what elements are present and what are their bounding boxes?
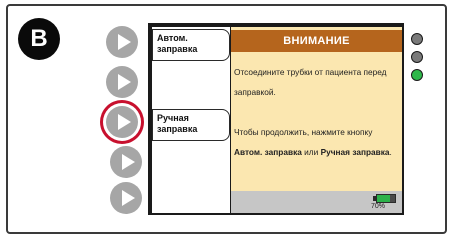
message-suffix: . <box>389 147 392 157</box>
alert-title-bar: ВНИМАНИЕ <box>231 30 402 52</box>
softkey-auto-prime[interactable]: Автом. заправка <box>152 29 230 61</box>
message-continue-prefix: Чтобы продолжить, нажмите кнопку <box>234 127 373 137</box>
hard-button-4[interactable] <box>110 146 142 178</box>
status-bar: 70% <box>231 191 402 213</box>
message-or: или <box>301 147 321 157</box>
step-badge: B <box>18 18 60 60</box>
step-badge-label: B <box>30 25 48 52</box>
play-icon <box>118 114 131 130</box>
play-icon <box>122 154 135 170</box>
battery-icon <box>376 194 396 203</box>
softkey-manual-prime-label: Ручная заправка <box>157 113 198 134</box>
message-line-1: Отсоедините трубки от пациента перед зап… <box>234 62 400 102</box>
indicator-light-3 <box>411 69 423 81</box>
play-icon <box>118 34 131 50</box>
message-panel: ВНИМАНИЕ Отсоедините трубки от пациента … <box>231 27 402 213</box>
hard-button-2[interactable] <box>106 66 138 98</box>
softkey-auto-prime-label: Автом. заправка <box>157 33 198 54</box>
softkey-manual-prime[interactable]: Ручная заправка <box>152 109 230 141</box>
battery-fill <box>377 195 390 202</box>
hard-button-5[interactable] <box>110 182 142 214</box>
hard-button-1[interactable] <box>106 26 138 58</box>
message-disconnect-text: Отсоедините трубки от пациента перед зап… <box>234 67 387 97</box>
alert-title: ВНИМАНИЕ <box>283 35 350 47</box>
hard-button-3-manual-prime[interactable] <box>106 106 138 138</box>
battery-percent: 70% <box>371 203 386 210</box>
indicator-light-2 <box>411 51 423 63</box>
message-manual-prime-ref: Ручная заправка <box>320 147 390 157</box>
play-icon <box>118 74 131 90</box>
message-line-2: Чтобы продолжить, нажмите кнопку Автом. … <box>234 122 400 162</box>
indicator-light-1 <box>411 33 423 45</box>
message-auto-prime-ref: Автом. заправка <box>234 147 302 157</box>
play-icon <box>122 190 135 206</box>
